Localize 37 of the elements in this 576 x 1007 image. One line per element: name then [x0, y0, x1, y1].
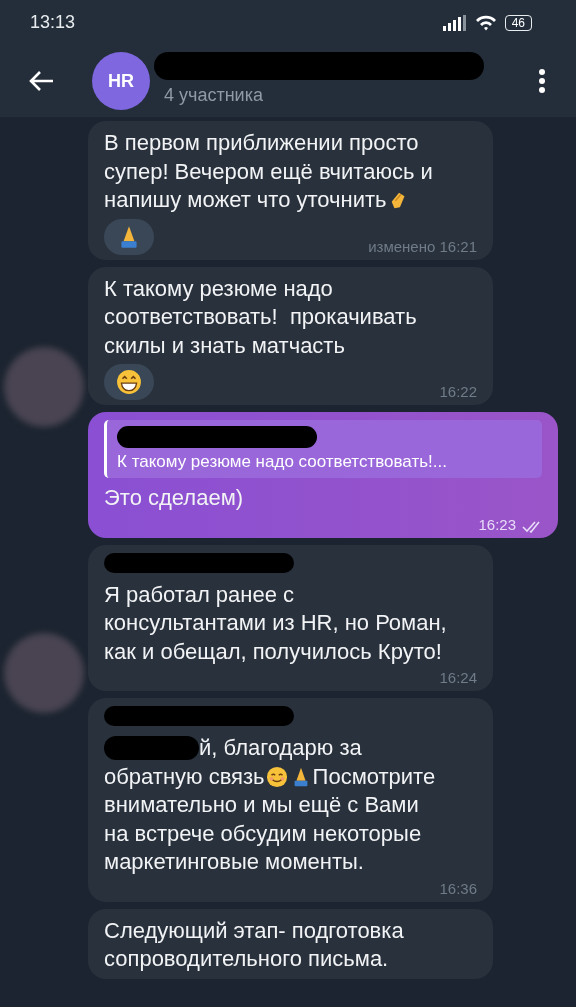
grinning-face-icon [116, 369, 142, 395]
message-time: 16:22 [439, 383, 477, 400]
back-arrow-icon[interactable] [28, 70, 54, 92]
reaction-chip[interactable] [104, 364, 154, 400]
message-text: на встрече обсудим некоторые [104, 819, 422, 848]
reaction-chip[interactable] [104, 218, 154, 255]
group-avatar[interactable]: HR [92, 52, 150, 110]
message-text: скилы и знать матчасть [104, 331, 345, 360]
message-text: внимательно и мы ещё с Вами [104, 791, 419, 819]
quoted-text: К такому резюме надо соответствовать!... [117, 452, 447, 471]
message-text: Посмотрите [312, 762, 436, 791]
signal-icon [442, 14, 467, 31]
message-text: как и обещал, получилось Круто! [104, 637, 442, 666]
message-time: 16:36 [439, 879, 477, 897]
member-count: 4 участника [164, 85, 263, 106]
message-text: Я работал ранее с [104, 580, 295, 609]
message-text: соответствовать! прокачивать [104, 303, 417, 331]
message-time: 16:23 [478, 515, 516, 533]
more-options-icon[interactable] [538, 68, 546, 94]
message-text: В первом приближении просто [104, 129, 419, 157]
message-text: Следующий этап- подготовка [104, 916, 404, 945]
wifi-icon [474, 14, 497, 31]
message-text: напишу может что уточнить [104, 186, 387, 214]
message-text: К такому резюме надо [104, 274, 333, 303]
status-time: 13:13 [30, 12, 76, 33]
message-text: обратную связь [104, 762, 265, 791]
message-text: Это сделаем) [104, 484, 244, 512]
message-text: консультантами из HR, но Роман, [104, 609, 447, 637]
message-text: супер! Вечером ещё вчитаюсь и [104, 157, 433, 186]
message-text: й, благодарю за [199, 734, 362, 762]
battery-indicator: 46 [504, 14, 532, 31]
message-text: маркетинговые моменты. [104, 848, 364, 876]
message-time: изменено 16:21 [368, 237, 477, 255]
message-text: сопроводительного письма. [104, 945, 389, 973]
smiling-face-icon [265, 765, 288, 788]
reply-quote[interactable]: К такому резюме надо соответствовать!... [104, 420, 542, 478]
message-time: 16:24 [439, 669, 477, 686]
